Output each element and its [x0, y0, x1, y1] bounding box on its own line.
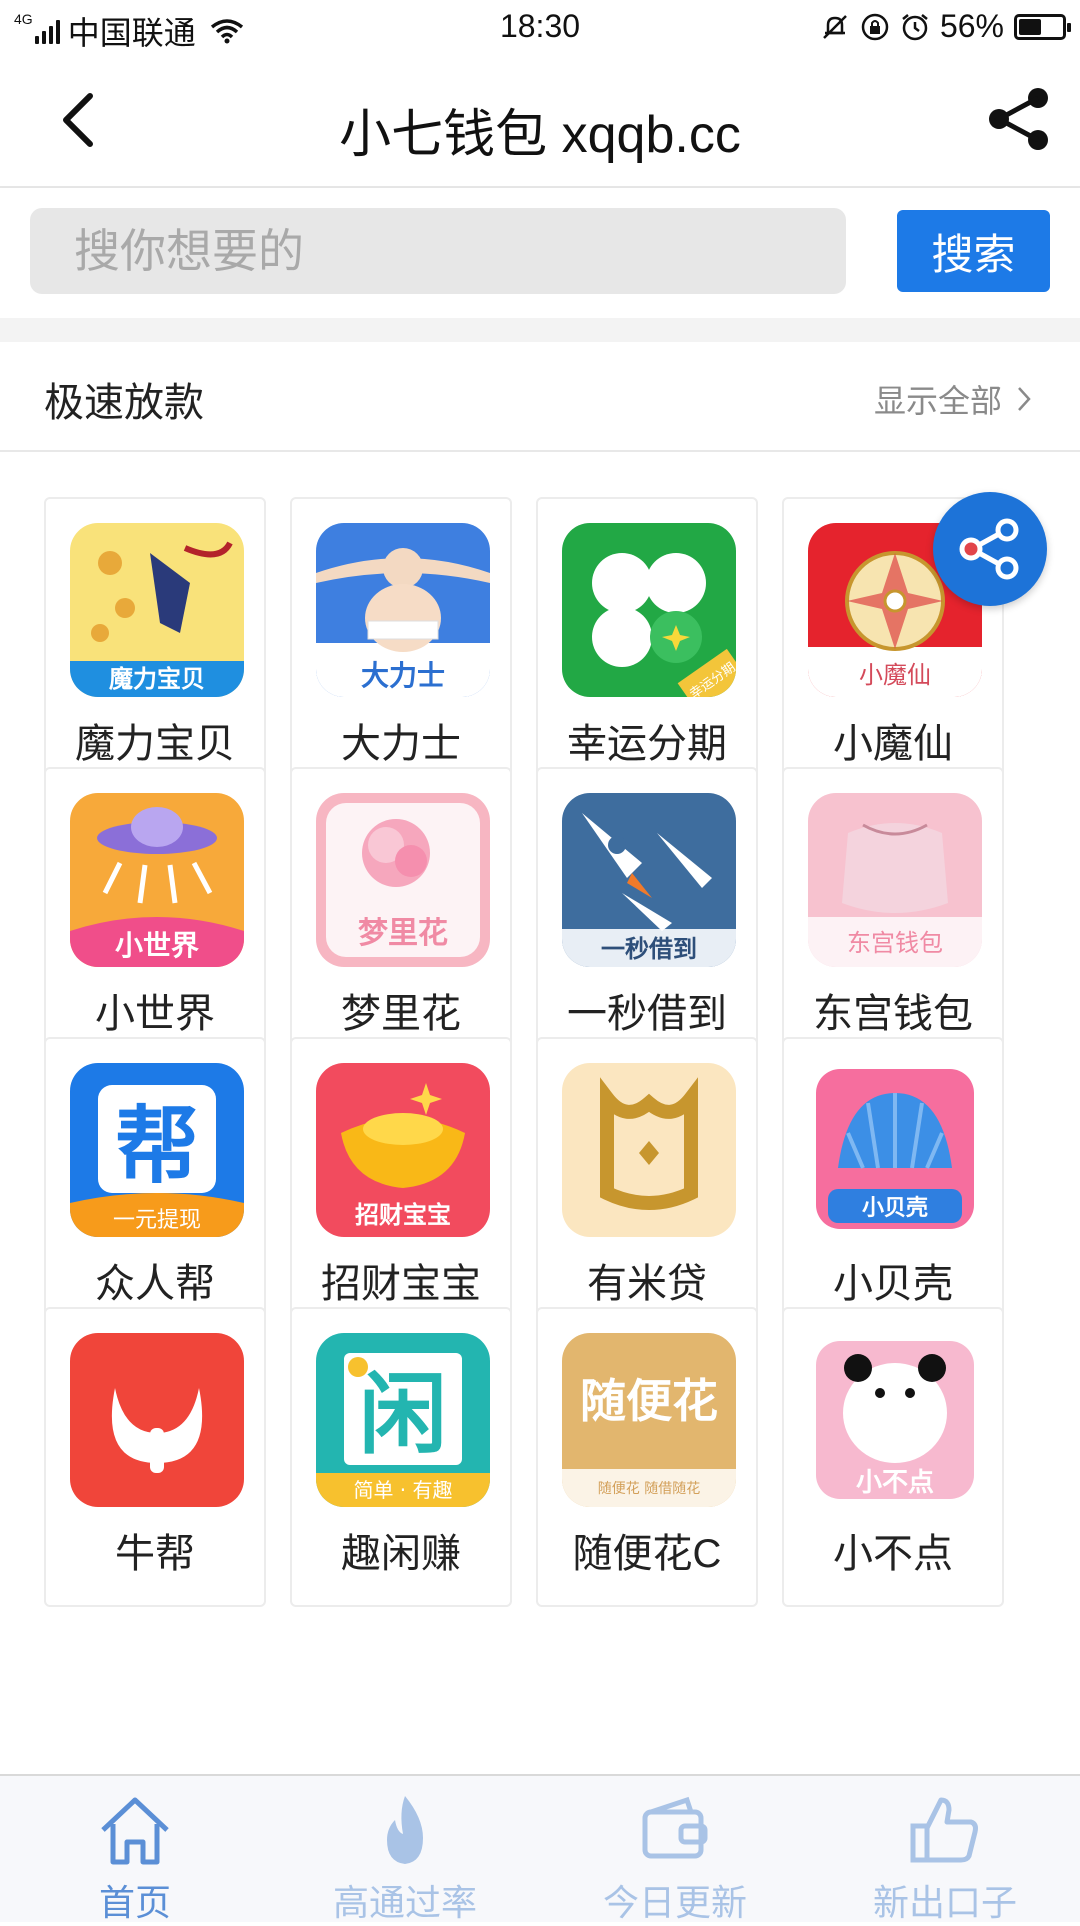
page-title: 小七钱包 xqqb.cc	[339, 106, 741, 164]
app-icon-xiaobudian: 小不点	[808, 1333, 982, 1507]
rotation-lock-icon	[861, 13, 889, 40]
floating-share-button[interactable]	[933, 492, 1047, 606]
app-card-youmidai[interactable]: 有米贷	[536, 1037, 758, 1337]
show-all-link[interactable]: 显示全部	[874, 376, 1032, 422]
app-icon-quxianzhuan: 闲 简单 · 有趣	[316, 1333, 490, 1507]
section-divider	[0, 318, 1080, 342]
app-icon-zhaocaibaobao: 招财宝宝	[316, 1063, 490, 1237]
svg-text:一秒借到: 一秒借到	[601, 935, 697, 963]
app-name: 大力士	[341, 722, 461, 766]
app-icon-molibaobei: 魔力宝贝	[70, 523, 244, 697]
svg-text:闲: 闲	[359, 1363, 447, 1466]
nav-label: 新出口子	[872, 1882, 1017, 1923]
svg-text:魔力宝贝: 魔力宝贝	[109, 665, 205, 693]
flame-icon	[387, 1796, 423, 1864]
nav-label: 高通过率	[332, 1882, 477, 1923]
home-icon	[101, 1797, 169, 1865]
status-bar: 4G 中国联通 18:30 56%	[0, 0, 1080, 56]
svg-text:小世界: 小世界	[115, 929, 199, 962]
svg-text:随便花 随借随花: 随便花 随借随花	[598, 1481, 700, 1497]
nav-home[interactable]: 首页	[0, 1776, 270, 1923]
app-card-yimiaojiedao[interactable]: 一秒借到 一秒借到	[536, 767, 758, 1067]
app-icon-suibianhua: 随便花 随便花 随借随花	[562, 1333, 736, 1507]
svg-text:小不点: 小不点	[856, 1467, 934, 1498]
svg-text:一元提现: 一元提现	[113, 1208, 201, 1233]
nav-today-update[interactable]: 今日更新	[540, 1776, 810, 1923]
chevron-right-icon	[1018, 387, 1031, 411]
svg-text:小贝壳: 小贝壳	[862, 1196, 928, 1221]
svg-text:随便花: 随便花	[580, 1374, 718, 1428]
battery-fill	[1019, 18, 1042, 35]
mute-bell-icon	[823, 14, 847, 39]
nav-high-pass-rate[interactable]: 高通过率	[270, 1776, 540, 1923]
battery-percent: 56%	[939, 8, 1004, 44]
app-card-menglihua[interactable]: 梦里花 梦里花	[290, 767, 512, 1067]
app-name: 随便花C	[572, 1532, 722, 1576]
nav-label: 首页	[98, 1882, 171, 1923]
app-card-zhongrenbang[interactable]: 帮 一元提现 众人帮	[44, 1037, 266, 1337]
status-right: 56%	[820, 8, 1071, 45]
search-button[interactable]: 搜索	[897, 210, 1050, 292]
share-icon[interactable]	[986, 86, 1052, 152]
app-icon-xingyunfenqi: 幸运分期	[562, 523, 736, 697]
app-name: 招财宝宝	[321, 1262, 481, 1306]
nav-label: 今日更新	[602, 1882, 747, 1923]
app-card-molibaobei[interactable]: 魔力宝贝 魔力宝贝	[44, 497, 266, 797]
app-name: 梦里花	[341, 992, 461, 1036]
app-icon-xiaoshijie: 小世界	[70, 793, 244, 967]
app-card-xiaobeike[interactable]: 小贝壳 小贝壳	[782, 1037, 1004, 1337]
share-icon	[959, 518, 1019, 580]
app-card-niubang[interactable]: 牛帮	[44, 1307, 266, 1607]
app-name: 小世界	[95, 992, 215, 1036]
search-input[interactable]	[30, 208, 846, 294]
nav-new-loans[interactable]: 新出口子	[810, 1776, 1080, 1923]
app-name: 魔力宝贝	[75, 722, 235, 766]
svg-text:招财宝宝: 招财宝宝	[355, 1201, 451, 1229]
app-name: 小魔仙	[833, 722, 953, 766]
app-header: 小七钱包 xqqb.cc	[0, 56, 1080, 188]
wallet-icon	[642, 1796, 708, 1859]
search-bar: 搜索	[0, 188, 1080, 318]
app-name: 幸运分期	[567, 722, 727, 766]
section-header: 极速放款 显示全部	[0, 342, 1080, 452]
app-icon-yimiaojiedao: 一秒借到	[562, 793, 736, 967]
app-card-zhaocaibaobao[interactable]: 招财宝宝 招财宝宝	[290, 1037, 512, 1337]
app-icon-youmidai	[562, 1063, 736, 1237]
app-icon-donggongqianbao: 东宫钱包	[808, 793, 982, 967]
app-card-xingyunfenqi[interactable]: 幸运分期 幸运分期	[536, 497, 758, 797]
app-name: 小不点	[833, 1532, 953, 1576]
app-icon-niubang	[70, 1333, 244, 1507]
app-card-donggongqianbao[interactable]: 东宫钱包 东宫钱包	[782, 767, 1004, 1067]
section-title: 极速放款	[44, 381, 204, 425]
svg-text:简单 · 有趣: 简单 · 有趣	[353, 1478, 452, 1502]
app-name: 有米贷	[587, 1262, 707, 1306]
app-name: 一秒借到	[567, 992, 727, 1036]
app-name: 牛帮	[115, 1532, 195, 1576]
alarm-icon	[902, 13, 928, 40]
svg-text:小魔仙: 小魔仙	[859, 661, 931, 689]
app-name: 小贝壳	[833, 1262, 953, 1306]
svg-text:大力士: 大力士	[361, 659, 445, 692]
app-icon-dalishi: 大力士	[316, 523, 490, 697]
app-name: 趣闲赚	[341, 1532, 461, 1576]
app-icon-zhongrenbang: 帮 一元提现	[70, 1063, 244, 1237]
svg-text:梦里花: 梦里花	[358, 916, 448, 951]
app-card-xiaoshijie[interactable]: 小世界 小世界	[44, 767, 266, 1067]
battery-icon	[1014, 13, 1071, 40]
app-name: 东宫钱包	[813, 992, 973, 1036]
app-card-quxianzhuan[interactable]: 闲 简单 · 有趣 趣闲赚	[290, 1307, 512, 1607]
app-name: 众人帮	[95, 1262, 215, 1306]
app-card-suibianhua[interactable]: 随便花 随便花 随借随花 随便花C	[536, 1307, 758, 1607]
show-all-label: 显示全部	[873, 383, 1002, 419]
bottom-nav: 首页 高通过率 今日更新 新出口子	[0, 1774, 1080, 1923]
app-card-xiaobudian[interactable]: 小不点 小不点	[782, 1307, 1004, 1607]
app-icon-menglihua: 梦里花	[316, 793, 490, 967]
thumbs-up-icon	[910, 1797, 978, 1863]
app-card-dalishi[interactable]: 大力士 大力士	[290, 497, 512, 797]
svg-text:帮: 帮	[115, 1097, 199, 1195]
app-icon-xiaobeike: 小贝壳	[808, 1063, 982, 1237]
svg-text:东宫钱包: 东宫钱包	[847, 929, 943, 957]
